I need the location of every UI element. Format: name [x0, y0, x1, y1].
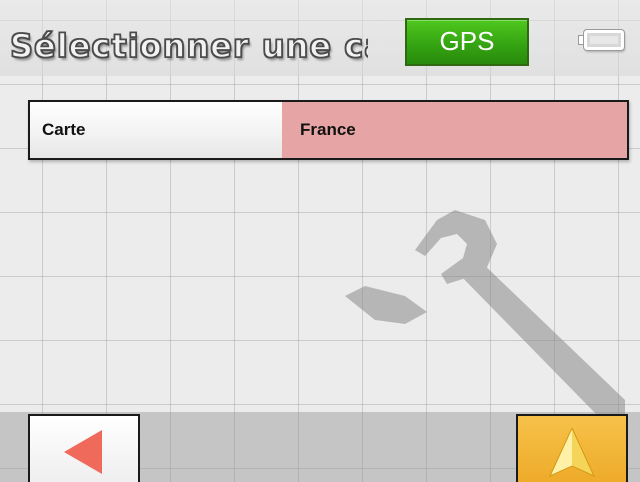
map-row-value[interactable]: France: [282, 102, 627, 158]
gps-status-badge[interactable]: GPS: [405, 18, 529, 66]
wrench-icon: [345, 200, 625, 415]
map-selection-row[interactable]: Carte France: [28, 100, 629, 160]
battery-icon: [579, 30, 624, 50]
arrow-left-icon: [30, 416, 138, 482]
page-title: Sélectionner une ca: [10, 26, 368, 66]
navigate-button[interactable]: [516, 414, 628, 482]
back-button[interactable]: [28, 414, 140, 482]
navigation-arrow-icon: [518, 416, 626, 482]
map-row-label: Carte: [30, 102, 282, 158]
map-selection-screen: Sélectionner une ca GPS Carte France: [0, 0, 640, 482]
